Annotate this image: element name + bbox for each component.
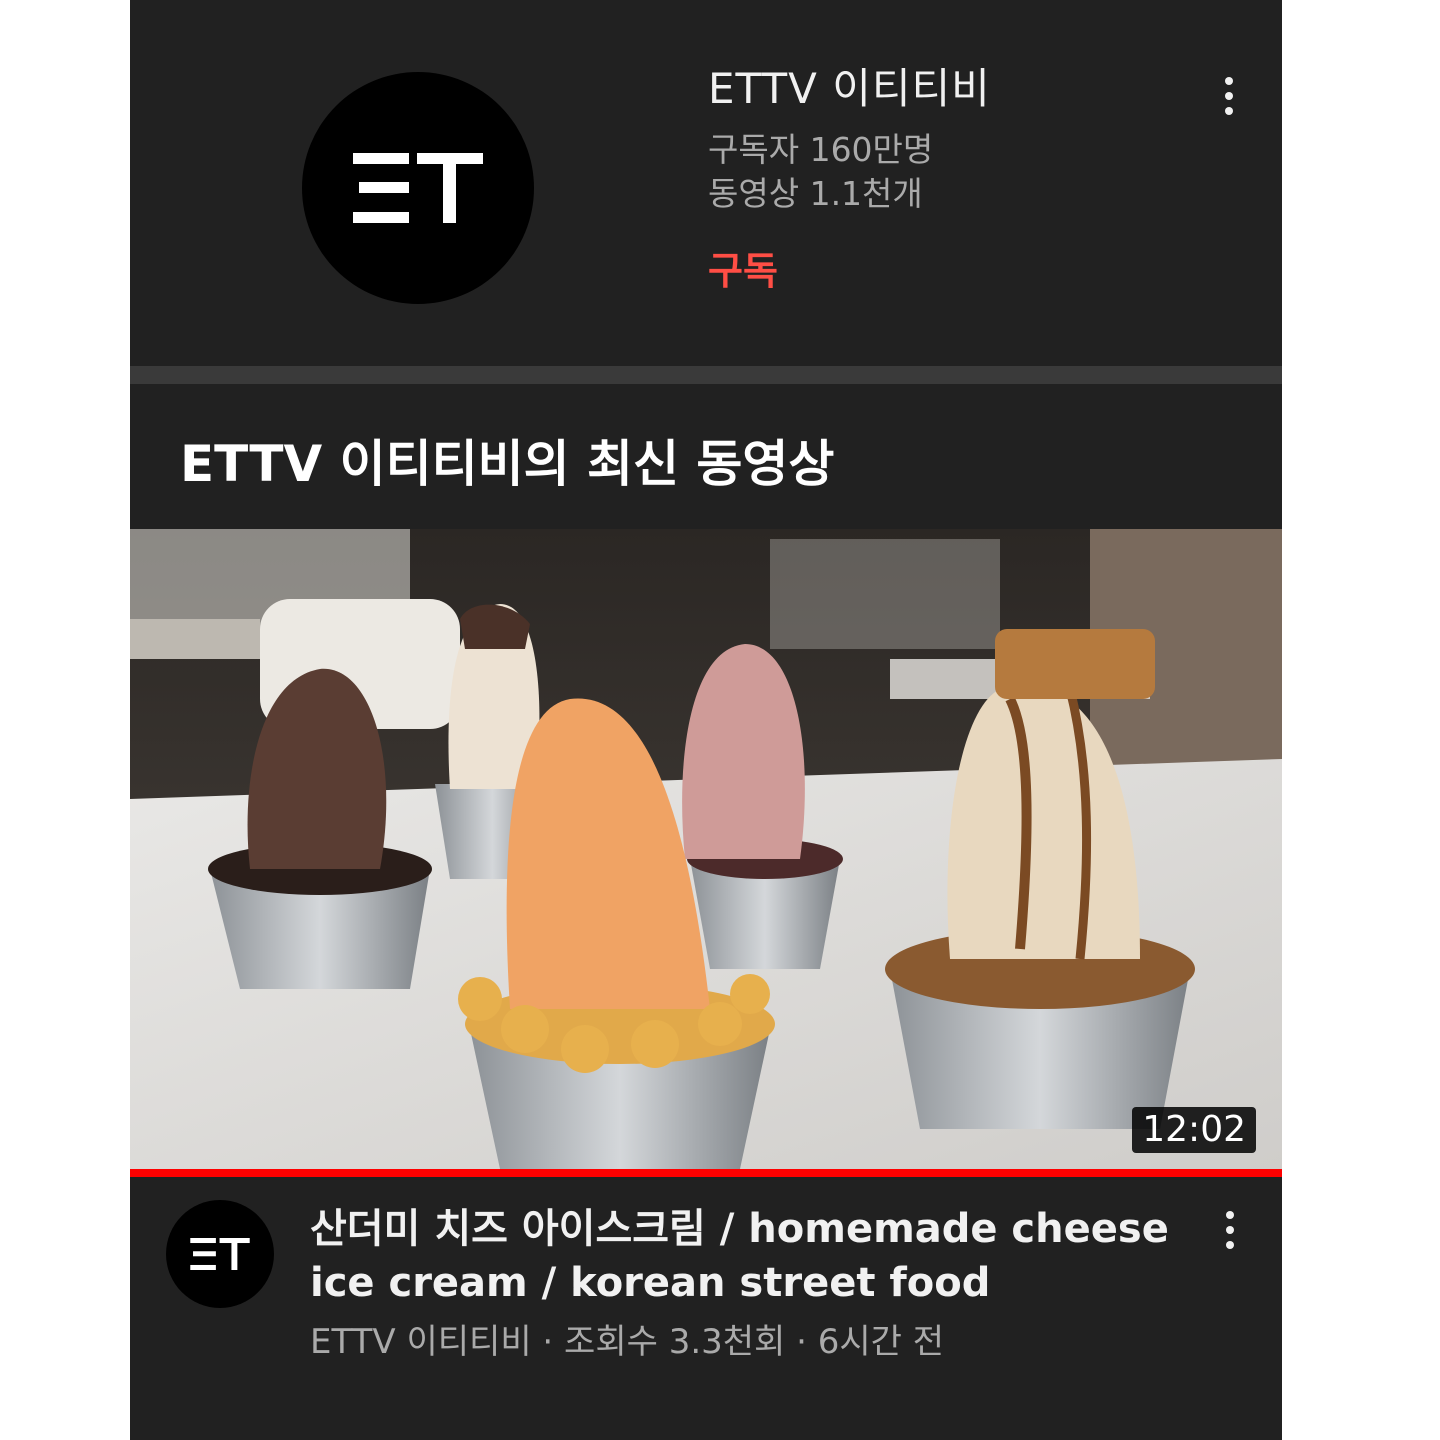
video-meta: ETTV 이티티비 · 조회수 3.3천회 · 6시간 전	[310, 1320, 1190, 1364]
section-divider	[130, 366, 1282, 384]
video-more-button[interactable]	[1210, 1200, 1250, 1260]
subscribe-button[interactable]: 구독	[708, 246, 1188, 296]
section-title: ETTV 이티티비의 최신 동영상	[180, 435, 835, 493]
meta-separator: ·	[542, 1322, 554, 1362]
channel-avatar[interactable]	[302, 72, 534, 304]
more-vert-icon	[1225, 77, 1233, 85]
upload-age: 6시간 전	[817, 1322, 945, 1362]
meta-separator: ·	[796, 1322, 807, 1362]
channel-header: ETTV 이티티비 구독자 160만명 동영상 1.1천개 구독	[130, 0, 1282, 366]
video-count: 동영상 1.1천개	[708, 174, 923, 213]
watch-progress-bar	[130, 1169, 1282, 1177]
channel-more-button[interactable]	[1209, 66, 1249, 126]
video-channel-avatar[interactable]	[166, 1200, 274, 1308]
channel-name: ETTV 이티티비	[708, 64, 991, 113]
video-thumbnail[interactable]: 12:02	[130, 529, 1282, 1169]
channel-info: ETTV 이티티비 구독자 160만명 동영상 1.1천개 구독	[708, 62, 1188, 296]
video-title[interactable]: 산더미 치즈 아이스크림 / homemade cheese ice cream…	[310, 1202, 1190, 1310]
channel-page: ETTV 이티티비 구독자 160만명 동영상 1.1천개 구독 ETTV 이티…	[130, 0, 1282, 1440]
et-logo-icon	[353, 153, 483, 223]
video-duration: 12:02	[1132, 1107, 1256, 1153]
more-vert-icon	[1226, 1211, 1234, 1219]
video-details: 산더미 치즈 아이스크림 / homemade cheese ice cream…	[310, 1202, 1190, 1364]
subscriber-count: 구독자 160만명	[708, 130, 934, 169]
view-count: 조회수 3.3천회	[564, 1322, 786, 1362]
ice-cream-photo	[130, 529, 1282, 1169]
video-channel-name: ETTV 이티티비	[310, 1322, 532, 1362]
et-logo-icon	[190, 1238, 250, 1270]
